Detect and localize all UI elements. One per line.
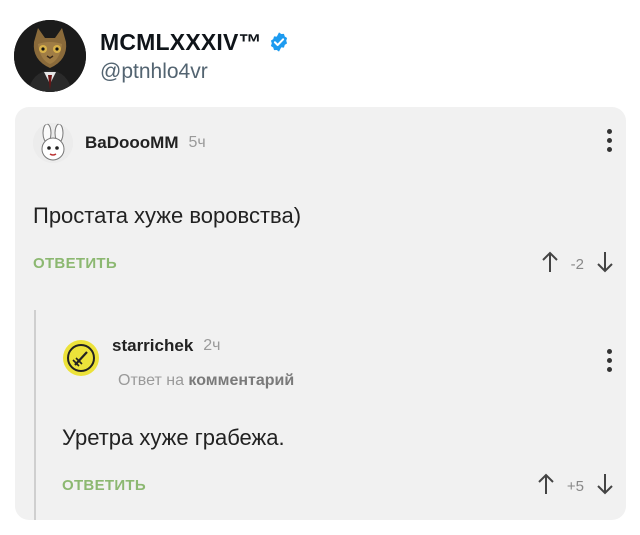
downvote-arrow-icon[interactable] (596, 473, 614, 499)
comment-timestamp: 5ч (188, 134, 206, 151)
comment-votes: -2 (541, 251, 614, 277)
reply-score: +5 (566, 477, 584, 495)
profile-avatar[interactable] (14, 20, 86, 92)
comment-header: BaDoooMM 5ч (33, 123, 206, 163)
reply-more-icon[interactable] (606, 349, 612, 372)
display-name[interactable]: MCMLXXXIV™ (100, 29, 262, 56)
upvote-arrow-icon[interactable] (537, 473, 555, 499)
reply-avatar[interactable] (62, 339, 100, 377)
bunny-avatar-icon (33, 123, 73, 163)
embedded-screenshot: BaDoooMM 5ч Простата хуже воровства) ОТВ… (15, 107, 626, 520)
comment-avatar[interactable] (33, 123, 73, 163)
cat-in-suit-icon (14, 20, 86, 92)
reply-reply-button[interactable]: ОТВЕТИТЬ (62, 477, 146, 494)
verified-badge-icon (268, 31, 290, 53)
reply-votes: +5 (537, 473, 614, 499)
upvote-arrow-icon[interactable] (541, 251, 559, 277)
reply-to-prefix: Ответ на (118, 372, 184, 389)
comment-score: -2 (570, 255, 584, 273)
comment-reply-button[interactable]: ОТВЕТИТЬ (33, 255, 117, 272)
reply-timestamp: 2ч (203, 337, 221, 354)
broom-avatar-icon (63, 340, 99, 376)
reply-to-meta: Ответ на комментарий (118, 372, 294, 390)
user-handle[interactable]: @ptnhlo4vr (100, 60, 290, 84)
reply-to-target-link[interactable]: комментарий (188, 372, 294, 389)
thread-line (34, 310, 36, 520)
comment-text: Простата хуже воровства) (33, 203, 302, 228)
tweet-header: MCMLXXXIV™ @ptnhlo4vr (14, 18, 290, 94)
downvote-arrow-icon[interactable] (596, 251, 614, 277)
comment-username[interactable]: BaDoooMM (85, 133, 178, 153)
reply-username[interactable]: starrichek (112, 336, 193, 356)
reply-text: Уретра хуже грабежа. (62, 425, 285, 450)
comment-more-icon[interactable] (606, 129, 612, 152)
